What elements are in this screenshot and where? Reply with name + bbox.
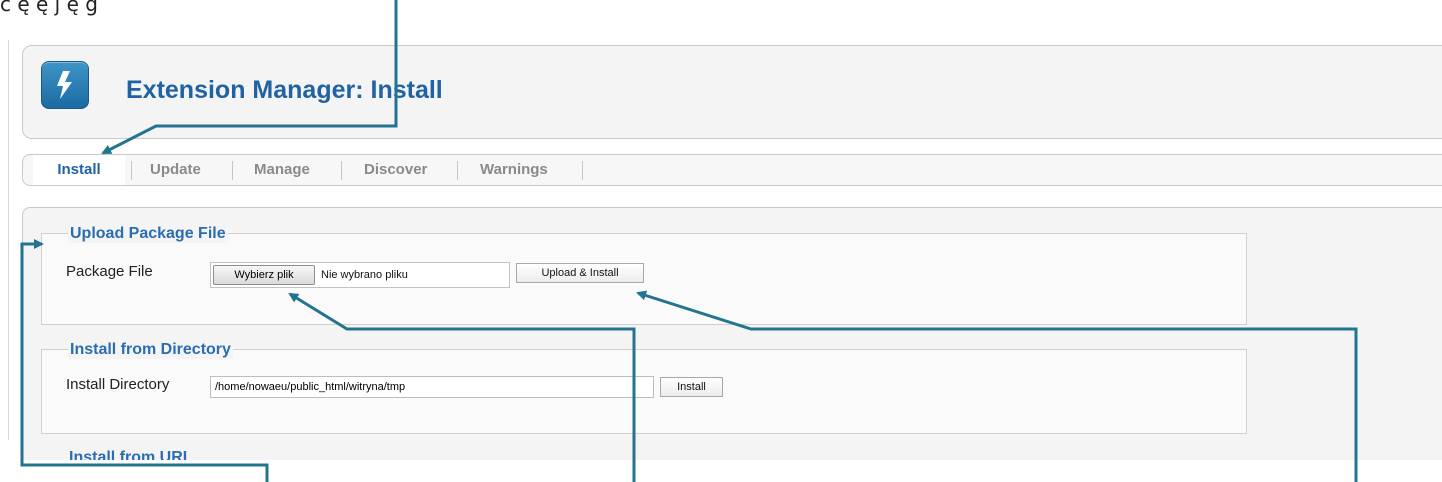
tab-separator	[457, 161, 458, 180]
tab-update[interactable]: Update	[150, 155, 201, 185]
package-file-label: Package File	[66, 263, 153, 280]
tab-separator	[582, 161, 583, 180]
tab-separator	[131, 161, 132, 180]
tab-separator	[341, 161, 342, 180]
no-file-text: Nie wybrano pliku	[321, 269, 408, 281]
left-divider	[8, 40, 9, 440]
upload-install-button[interactable]: Upload & Install	[516, 263, 644, 283]
package-file-input[interactable]: Wybierz plik Nie wybrano pliku	[210, 262, 510, 288]
install-directory-input[interactable]: /home/nowaeu/public_html/witryna/tmp	[210, 376, 654, 398]
url-legend: Install from URL	[69, 449, 193, 460]
tab-install[interactable]: Install	[33, 155, 125, 185]
extension-manager-page: Extension Manager: Install Install Updat…	[0, 0, 1442, 460]
install-directory-button[interactable]: Install	[660, 377, 723, 397]
tab-manage[interactable]: Manage	[254, 155, 310, 185]
upload-legend: Upload Package File	[68, 225, 228, 243]
tab-separator	[232, 161, 233, 180]
tab-discover[interactable]: Discover	[364, 155, 427, 185]
lightning-bolt-icon	[41, 61, 89, 109]
install-panel: Upload Package File Package File Wybierz…	[22, 207, 1442, 460]
tab-warnings[interactable]: Warnings	[480, 155, 548, 185]
directory-legend: Install from Directory	[68, 341, 233, 359]
choose-file-button[interactable]: Wybierz plik	[213, 265, 315, 285]
page-header: Extension Manager: Install	[22, 45, 1442, 139]
install-directory-label: Install Directory	[66, 376, 170, 393]
tab-bar: Install Update Manage Discover Warnings	[22, 154, 1442, 186]
page-title: Extension Manager: Install	[126, 76, 443, 104]
